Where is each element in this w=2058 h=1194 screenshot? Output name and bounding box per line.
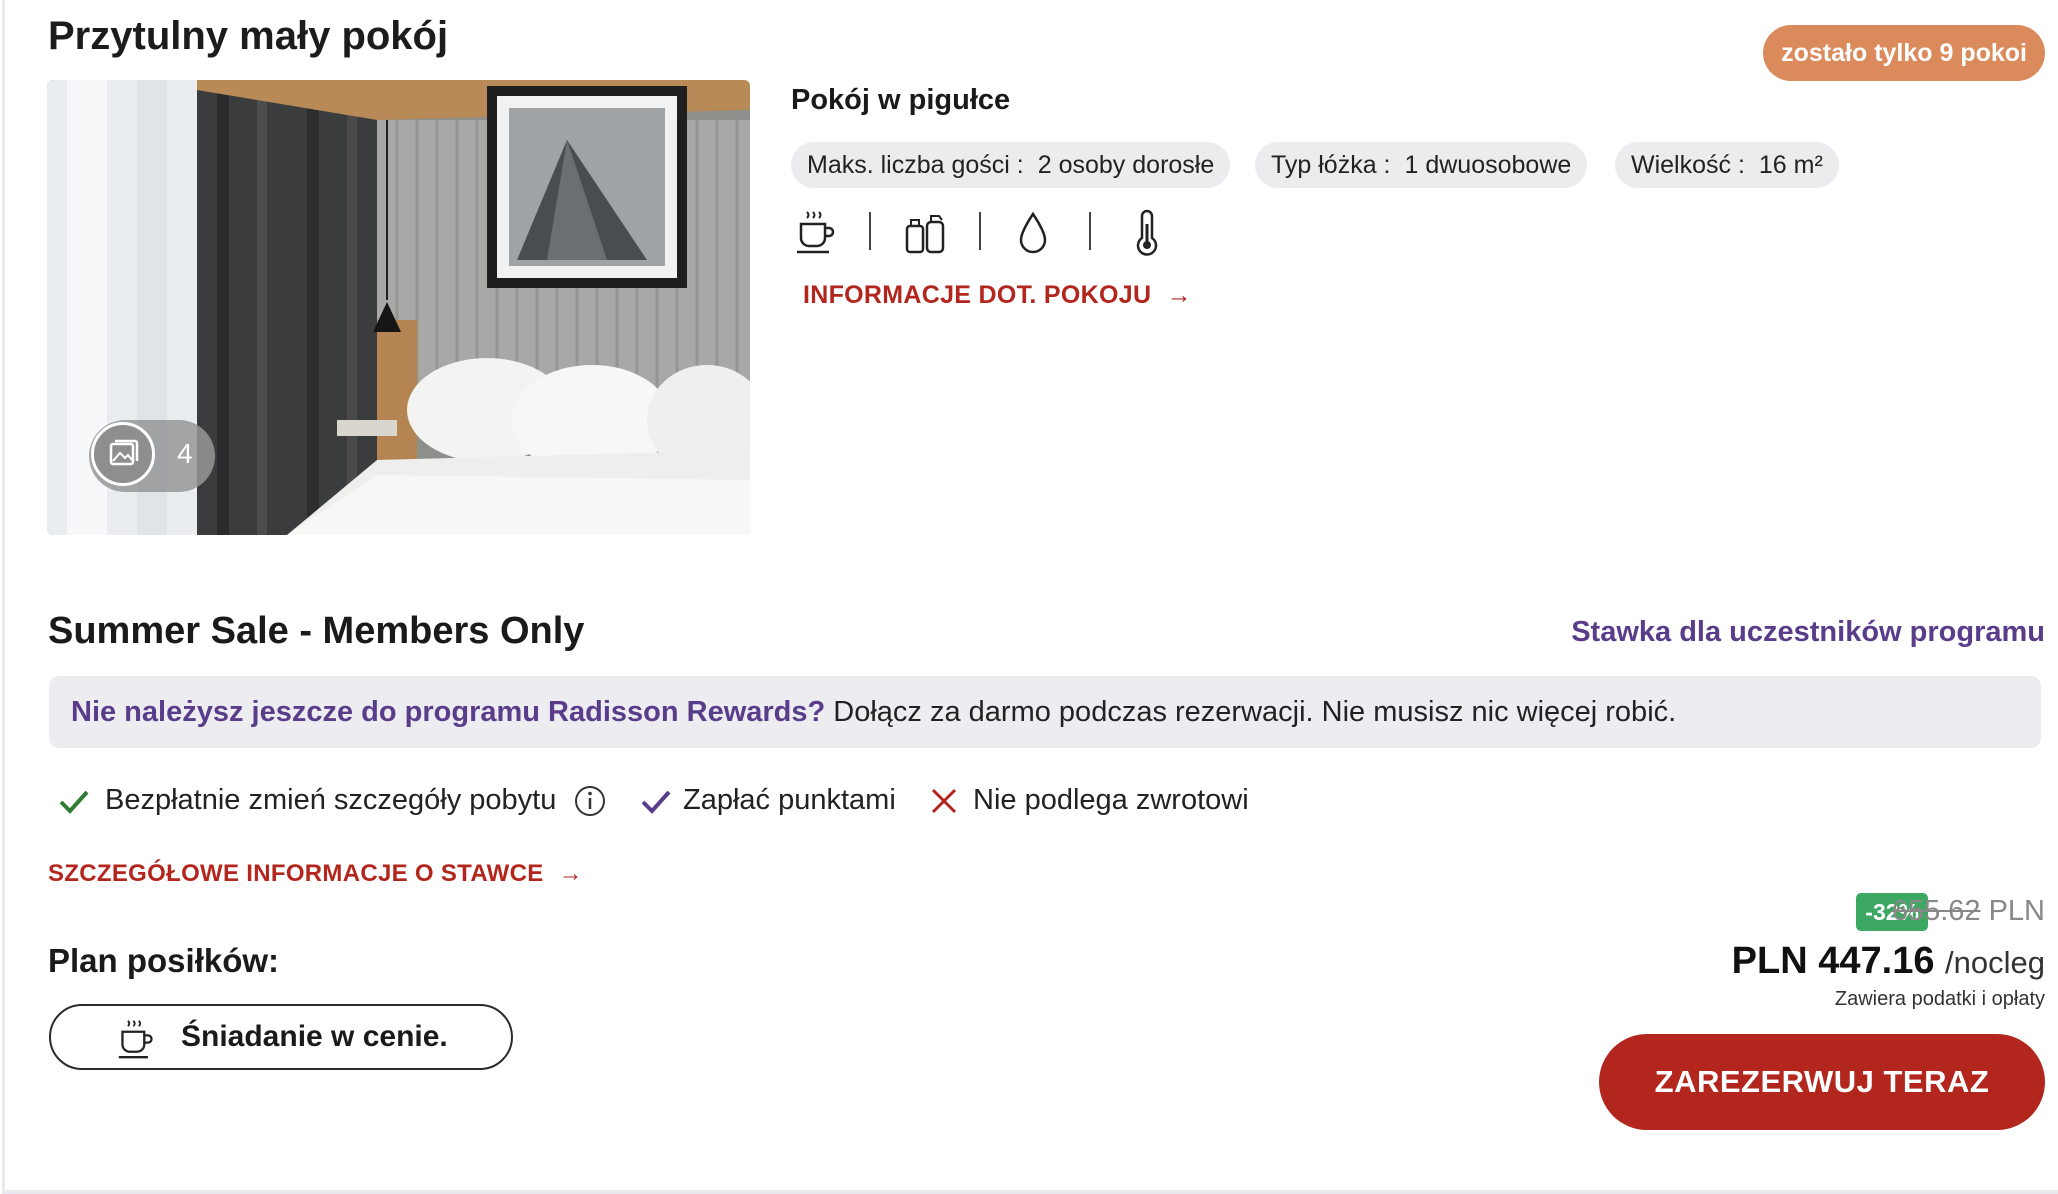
book-now-button[interactable]: ZAREZERWUJ TERAZ	[1599, 1034, 2045, 1130]
feature-change-details: Bezpłatnie zmień szczegóły pobytu	[57, 778, 617, 822]
thermometer-icon	[1125, 208, 1169, 256]
meal-plan-option[interactable]: Śniadanie w cenie.	[49, 1004, 513, 1070]
feature-pay-with-points: Zapłać punktami	[639, 778, 909, 822]
room-info-link[interactable]: INFORMACJE DOT. POKOJU →	[803, 281, 1192, 310]
photo-count: 4	[177, 438, 193, 469]
original-price-currency: PLN	[1988, 895, 2045, 927]
taxes-note: Zawiera podatki i opłaty	[1834, 988, 2045, 1010]
availability-badge: zostało tylko 9 pokoi	[1763, 25, 2045, 81]
rewards-banner-text: Nie należysz jeszcze do programu Radisso…	[71, 676, 1676, 748]
bed-type-chip: Typ łóżka : 1 dwuosobowe	[1255, 142, 1588, 188]
nutshell-title: Pokój w pigułce	[791, 84, 1011, 116]
feature-label: Nie podlega zwrotowi	[973, 784, 1249, 816]
amenity-divider	[1089, 212, 1091, 250]
photo-gallery-button[interactable]: 4	[89, 420, 215, 492]
original-price-value: 655.62	[1891, 895, 1981, 927]
rewards-banner-description: Dołącz za darmo podczas rezerwacji. Nie …	[825, 696, 1677, 728]
gallery-icon	[91, 422, 155, 486]
room-info-link-label: INFORMACJE DOT. POKOJU	[803, 281, 1152, 309]
rate-details-link-label: SZCZEGÓŁOWE INFORMACJE O STAWCE	[48, 860, 544, 887]
original-price: 655.62 PLN	[1892, 895, 2045, 928]
toiletries-icon	[903, 208, 947, 256]
current-price: PLN 447.16 /nocleg	[1732, 940, 2045, 983]
rate-title: Summer Sale - Members Only	[48, 610, 585, 652]
max-guests-value: 2 osoby dorosłe	[1037, 151, 1215, 179]
room-title: Przytulny mały pokój	[48, 14, 449, 58]
room-card: Przytulny mały pokój zostało tylko 9 pok…	[2, 0, 2058, 1194]
max-guests-chip: Maks. liczba gości : 2 osoby dorosłe	[791, 142, 1231, 188]
rewards-banner: Nie należysz jeszcze do programu Radisso…	[49, 676, 2041, 748]
coffee-icon	[118, 1020, 153, 1059]
current-price-value: PLN 447.16	[1731, 940, 1935, 982]
info-icon[interactable]	[573, 784, 607, 818]
meal-plan-title: Plan posiłków:	[48, 942, 280, 979]
room-photo[interactable]: 4	[47, 80, 750, 535]
cross-icon	[931, 788, 957, 814]
water-drop-icon	[1011, 208, 1055, 256]
check-icon	[641, 790, 671, 814]
room-size-label: Wielkość :	[1631, 151, 1745, 179]
room-size-value: 16 m²	[1758, 151, 1823, 179]
bed-type-label: Typ łóżka :	[1271, 151, 1391, 179]
bed-type-value: 1 dwuosobowe	[1404, 151, 1572, 179]
member-rate-label[interactable]: Stawka dla uczestników programu	[1571, 616, 2045, 649]
arrow-right-icon: →	[1166, 281, 1192, 309]
check-icon	[59, 790, 89, 814]
feature-label: Bezpłatnie zmień szczegóły pobytu	[105, 784, 557, 816]
max-guests-label: Maks. liczba gości :	[807, 151, 1024, 179]
meal-plan-label: Śniadanie w cenie.	[181, 1020, 448, 1053]
feature-label: Zapłać punktami	[683, 784, 896, 816]
room-size-chip: Wielkość : 16 m²	[1615, 142, 1839, 188]
feature-non-refundable: Nie podlega zwrotowi	[927, 778, 1287, 822]
rate-details-link[interactable]: SZCZEGÓŁOWE INFORMACJE O STAWCE →	[48, 860, 583, 888]
amenity-divider	[979, 212, 981, 250]
rewards-banner-link[interactable]: Nie należysz jeszcze do programu Radisso…	[71, 696, 825, 728]
amenity-divider	[869, 212, 871, 250]
price-unit: /nocleg	[1945, 945, 2045, 980]
arrow-right-icon: →	[558, 860, 583, 887]
coffee-icon	[795, 208, 839, 256]
